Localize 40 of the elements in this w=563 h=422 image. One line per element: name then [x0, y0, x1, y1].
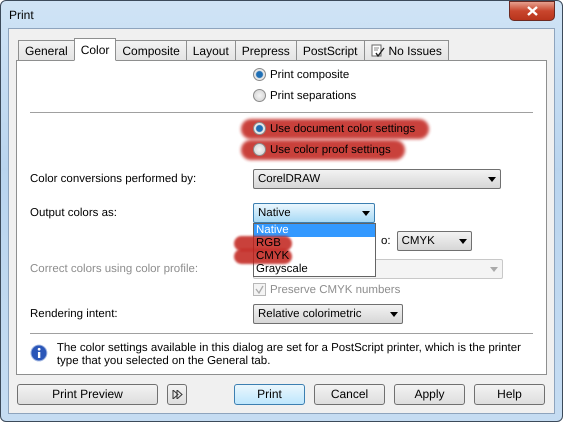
field-label: o: [381, 235, 391, 247]
dialog-button[interactable]: Help [474, 384, 545, 404]
radio-label: Print composite [270, 68, 350, 80]
close-button[interactable] [509, 1, 555, 20]
field-label: Output colors as: [30, 207, 118, 219]
rendering-intent-dropdown[interactable]: Relative colorimetric [253, 304, 403, 324]
tab[interactable]: Color [74, 38, 116, 61]
conversion-dropdown[interactable]: CorelDRAW [253, 169, 501, 189]
field-label: Rendering intent: [30, 308, 119, 320]
caret-icon [390, 312, 398, 316]
tab[interactable]: Prepress [234, 40, 297, 60]
convert-to-dropdown[interactable]: CMYK [396, 231, 472, 251]
radio-label: Use color proof settings [270, 144, 391, 156]
window-title: Print [8, 8, 34, 22]
close-icon [526, 6, 538, 16]
print-preview-button[interactable]: Print Preview [17, 384, 158, 404]
field-label: Color conversions performed by: [30, 173, 198, 185]
checklist-icon [370, 44, 384, 57]
caret-icon [488, 176, 496, 182]
radio-label: Use document color settings [270, 122, 416, 134]
info-icon [30, 344, 48, 362]
expand-button[interactable] [167, 384, 187, 404]
double-arrow-icon [172, 390, 182, 398]
caret-icon [490, 266, 498, 272]
tab[interactable]: PostScript [296, 40, 364, 60]
dialog-button[interactable]: Cancel [314, 384, 385, 404]
print-button[interactable]: Print [234, 384, 305, 404]
tab[interactable]: No Issues [364, 40, 449, 60]
radio-button[interactable] [253, 68, 266, 81]
field-label: Correct colors using color profile: [30, 263, 200, 275]
tab[interactable]: General [18, 40, 75, 60]
caret-icon [458, 238, 467, 244]
caret-icon [362, 210, 370, 216]
dialog-button[interactable]: Apply [394, 384, 465, 404]
info-message: The color settings available in this dialog are set for a PostScript printer, which is the printer type that you selected on the General tab. [56, 342, 522, 368]
checkbox-label: Preserve CMYK numbers [270, 284, 400, 296]
radio-label: Print separations [270, 90, 356, 102]
tab[interactable]: Composite [115, 40, 187, 60]
tab[interactable]: Layout [186, 40, 236, 60]
radio-button[interactable] [253, 89, 266, 102]
